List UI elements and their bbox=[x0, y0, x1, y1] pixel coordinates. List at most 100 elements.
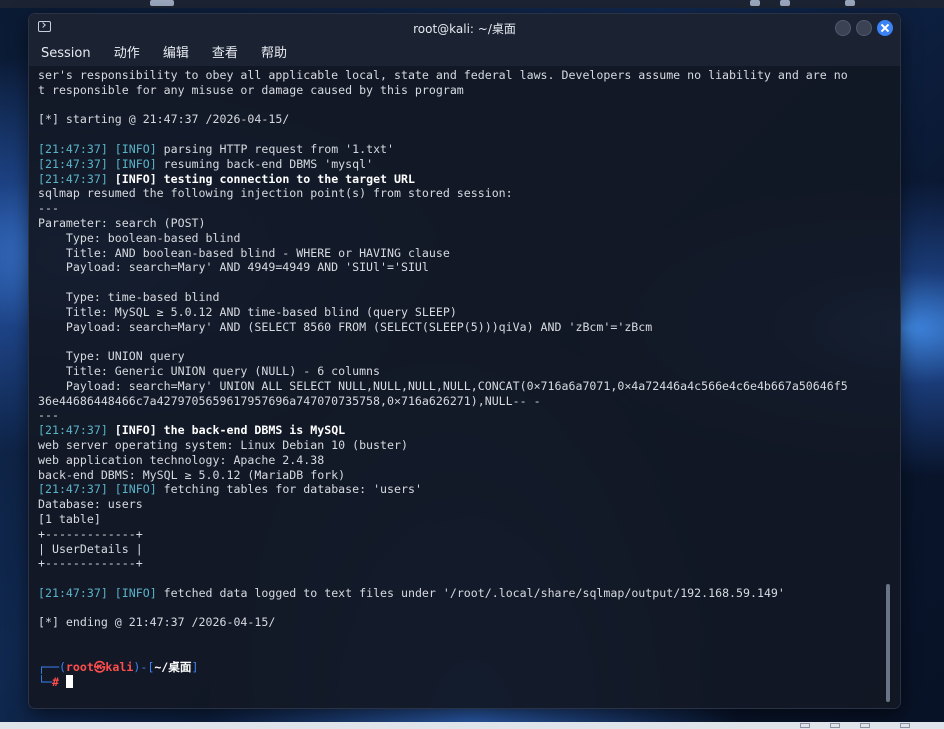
terminal-text: Payload: search=Mary' UNION ALL SELECT N… bbox=[38, 378, 848, 393]
terminal-text: the back-end DBMS is MySQL bbox=[156, 423, 346, 438]
terminal-line: [*] starting @ 21:47:37 /2026-04-15/ bbox=[38, 112, 884, 127]
terminal-text: 21:47:37 bbox=[44, 482, 101, 497]
minimize-button[interactable] bbox=[835, 20, 851, 36]
menu-view[interactable]: 查看 bbox=[206, 43, 244, 65]
terminal-line: Parameter: search (POST) bbox=[38, 216, 884, 231]
prompt-frame-open: ┌──( bbox=[38, 659, 66, 674]
terminal-text: --- bbox=[38, 201, 59, 216]
taskbar-icon[interactable] bbox=[900, 723, 910, 728]
prompt-frame-close: ] bbox=[191, 659, 199, 674]
terminal-line: Type: boolean-based blind bbox=[38, 231, 884, 246]
menu-edit[interactable]: 编辑 bbox=[157, 43, 195, 65]
terminal-line: Payload: search=Mary' AND (SELECT 8560 F… bbox=[38, 320, 884, 335]
terminal-text: fetched data logged to text files under … bbox=[156, 585, 785, 600]
prompt-user: root㉿kali bbox=[65, 659, 134, 674]
terminal-text: ser's responsibility to obey all applica… bbox=[38, 68, 848, 82]
terminal-line: sqlmap resumed the following injection p… bbox=[38, 186, 884, 201]
terminal-text: Parameter: search (POST) bbox=[38, 215, 206, 230]
terminal-text: Payload: search=Mary' AND 4949=4949 AND … bbox=[38, 260, 429, 275]
terminal-text: 21:47:37 bbox=[44, 141, 101, 156]
terminal-text: 36e44686448466c7a4279705659617957696a747… bbox=[38, 393, 541, 408]
terminal-text: [ bbox=[38, 141, 45, 156]
terminal-text: 21:47:37 bbox=[44, 156, 101, 171]
terminal-text: ] bbox=[100, 156, 115, 171]
terminal-text: [INFO] bbox=[114, 171, 157, 186]
terminal-text: t responsible for any misuse or damage c… bbox=[38, 82, 464, 97]
terminal-text: parsing HTTP request from '1.txt' bbox=[156, 141, 395, 156]
terminal-text: web application technology: Apache 2.4.3… bbox=[38, 452, 325, 467]
terminal-text: | UserDetails | bbox=[38, 541, 143, 556]
terminal-text: fetching tables for database: 'users' bbox=[156, 482, 422, 497]
terminal-text: Type: time-based blind bbox=[38, 289, 220, 304]
terminal-line: 36e44686448466c7a4279705659617957696a747… bbox=[38, 394, 884, 409]
panel-tray-icon[interactable] bbox=[845, 0, 855, 6]
terminal-text: [INFO] bbox=[114, 156, 157, 171]
scrollbar[interactable] bbox=[886, 584, 890, 702]
terminal-text: resuming back-end DBMS 'mysql' bbox=[156, 156, 374, 171]
terminal-text: sqlmap resumed the following injection p… bbox=[38, 186, 513, 201]
terminal-window: root@kali: ~/桌面 Session 动作 编辑 查看 帮助 ser'… bbox=[29, 14, 900, 708]
terminal-text: [ bbox=[38, 156, 45, 171]
terminal-text: +-------------+ bbox=[38, 556, 143, 571]
taskbar-icon[interactable] bbox=[860, 723, 870, 728]
terminal-text: [*] ending @ 21:47:37 /2026-04-15/ bbox=[38, 615, 276, 630]
menu-actions[interactable]: 动作 bbox=[108, 43, 146, 65]
desktop-top-panel bbox=[0, 0, 944, 8]
terminal-line: Database: users bbox=[38, 497, 884, 512]
terminal-text: [INFO] bbox=[114, 585, 157, 600]
terminal-line: Title: MySQL ≥ 5.0.12 AND time-based bli… bbox=[38, 305, 884, 320]
terminal-text: [*] starting @ 21:47:37 /2026-04-15/ bbox=[38, 112, 290, 127]
text-cursor bbox=[65, 674, 73, 688]
terminal-text: Database: users bbox=[38, 497, 143, 512]
taskbar-icon[interactable] bbox=[830, 723, 840, 728]
panel-tray-icon[interactable] bbox=[780, 0, 790, 6]
terminal-output[interactable]: ser's responsibility to obey all applica… bbox=[38, 68, 884, 704]
desktop-bottom-bar bbox=[0, 722, 944, 729]
terminal-line: [21:47:37] [INFO] parsing HTTP request f… bbox=[38, 142, 884, 157]
terminal-text: Title: Generic UNION query (NULL) - 6 co… bbox=[38, 363, 381, 378]
terminal-line: --- bbox=[38, 408, 884, 423]
terminal-text: [INFO] bbox=[114, 482, 157, 497]
terminal-text: [INFO] bbox=[114, 141, 157, 156]
prompt-frame-bottom: └─ bbox=[38, 674, 52, 689]
terminal-line: | UserDetails | bbox=[38, 542, 884, 557]
prompt-hash: # bbox=[51, 674, 59, 689]
close-button[interactable] bbox=[877, 20, 893, 36]
terminal-text: testing connection to the target URL bbox=[156, 171, 415, 186]
terminal-line: [21:47:37] [INFO] the back-end DBMS is M… bbox=[38, 423, 884, 438]
taskbar-icon[interactable] bbox=[800, 723, 810, 728]
terminal-text: +-------------+ bbox=[38, 526, 143, 541]
panel-tray-icon[interactable] bbox=[750, 0, 760, 6]
menu-session[interactable]: Session bbox=[35, 43, 97, 65]
terminal-text: [1 table] bbox=[38, 511, 101, 526]
window-title: root@kali: ~/桌面 bbox=[413, 22, 516, 36]
menu-help[interactable]: 帮助 bbox=[255, 43, 293, 65]
terminal-line: Payload: search=Mary' AND 4949=4949 AND … bbox=[38, 260, 884, 275]
maximize-button[interactable] bbox=[856, 20, 872, 36]
terminal-line: +-------------+ bbox=[38, 556, 884, 571]
panel-app-icon[interactable] bbox=[150, 0, 174, 6]
terminal-text: ] bbox=[100, 423, 115, 438]
terminal-text: Title: MySQL ≥ 5.0.12 AND time-based bli… bbox=[38, 304, 457, 319]
terminal-text: [ bbox=[38, 482, 45, 497]
terminal-line: --- bbox=[38, 201, 884, 216]
terminal-text: Payload: search=Mary' AND (SELECT 8560 F… bbox=[38, 319, 653, 334]
terminal-text: Title: AND boolean-based blind - WHERE o… bbox=[38, 245, 450, 260]
terminal-line: Type: time-based blind bbox=[38, 290, 884, 305]
terminal-text: ] bbox=[100, 585, 115, 600]
terminal-line: ser's responsibility to obey all applica… bbox=[38, 68, 884, 83]
terminal-text: [ bbox=[38, 585, 45, 600]
terminal-line: [21:47:37] [INFO] fetching tables for da… bbox=[38, 482, 884, 497]
terminal-line: [21:47:37] [INFO] resuming back-end DBMS… bbox=[38, 157, 884, 172]
terminal-line: Title: Generic UNION query (NULL) - 6 co… bbox=[38, 364, 884, 379]
terminal-text: Type: boolean-based blind bbox=[38, 230, 241, 245]
prompt-input-line[interactable]: └─# bbox=[38, 674, 884, 690]
terminal-line: Payload: search=Mary' UNION ALL SELECT N… bbox=[38, 379, 884, 394]
prompt-frame-mid: )-[ bbox=[133, 659, 155, 674]
menu-bar: Session 动作 编辑 查看 帮助 bbox=[29, 42, 900, 66]
prompt-line: ┌──(root㉿kali)-[~/桌面] bbox=[38, 660, 884, 675]
window-titlebar[interactable]: root@kali: ~/桌面 bbox=[29, 14, 900, 43]
